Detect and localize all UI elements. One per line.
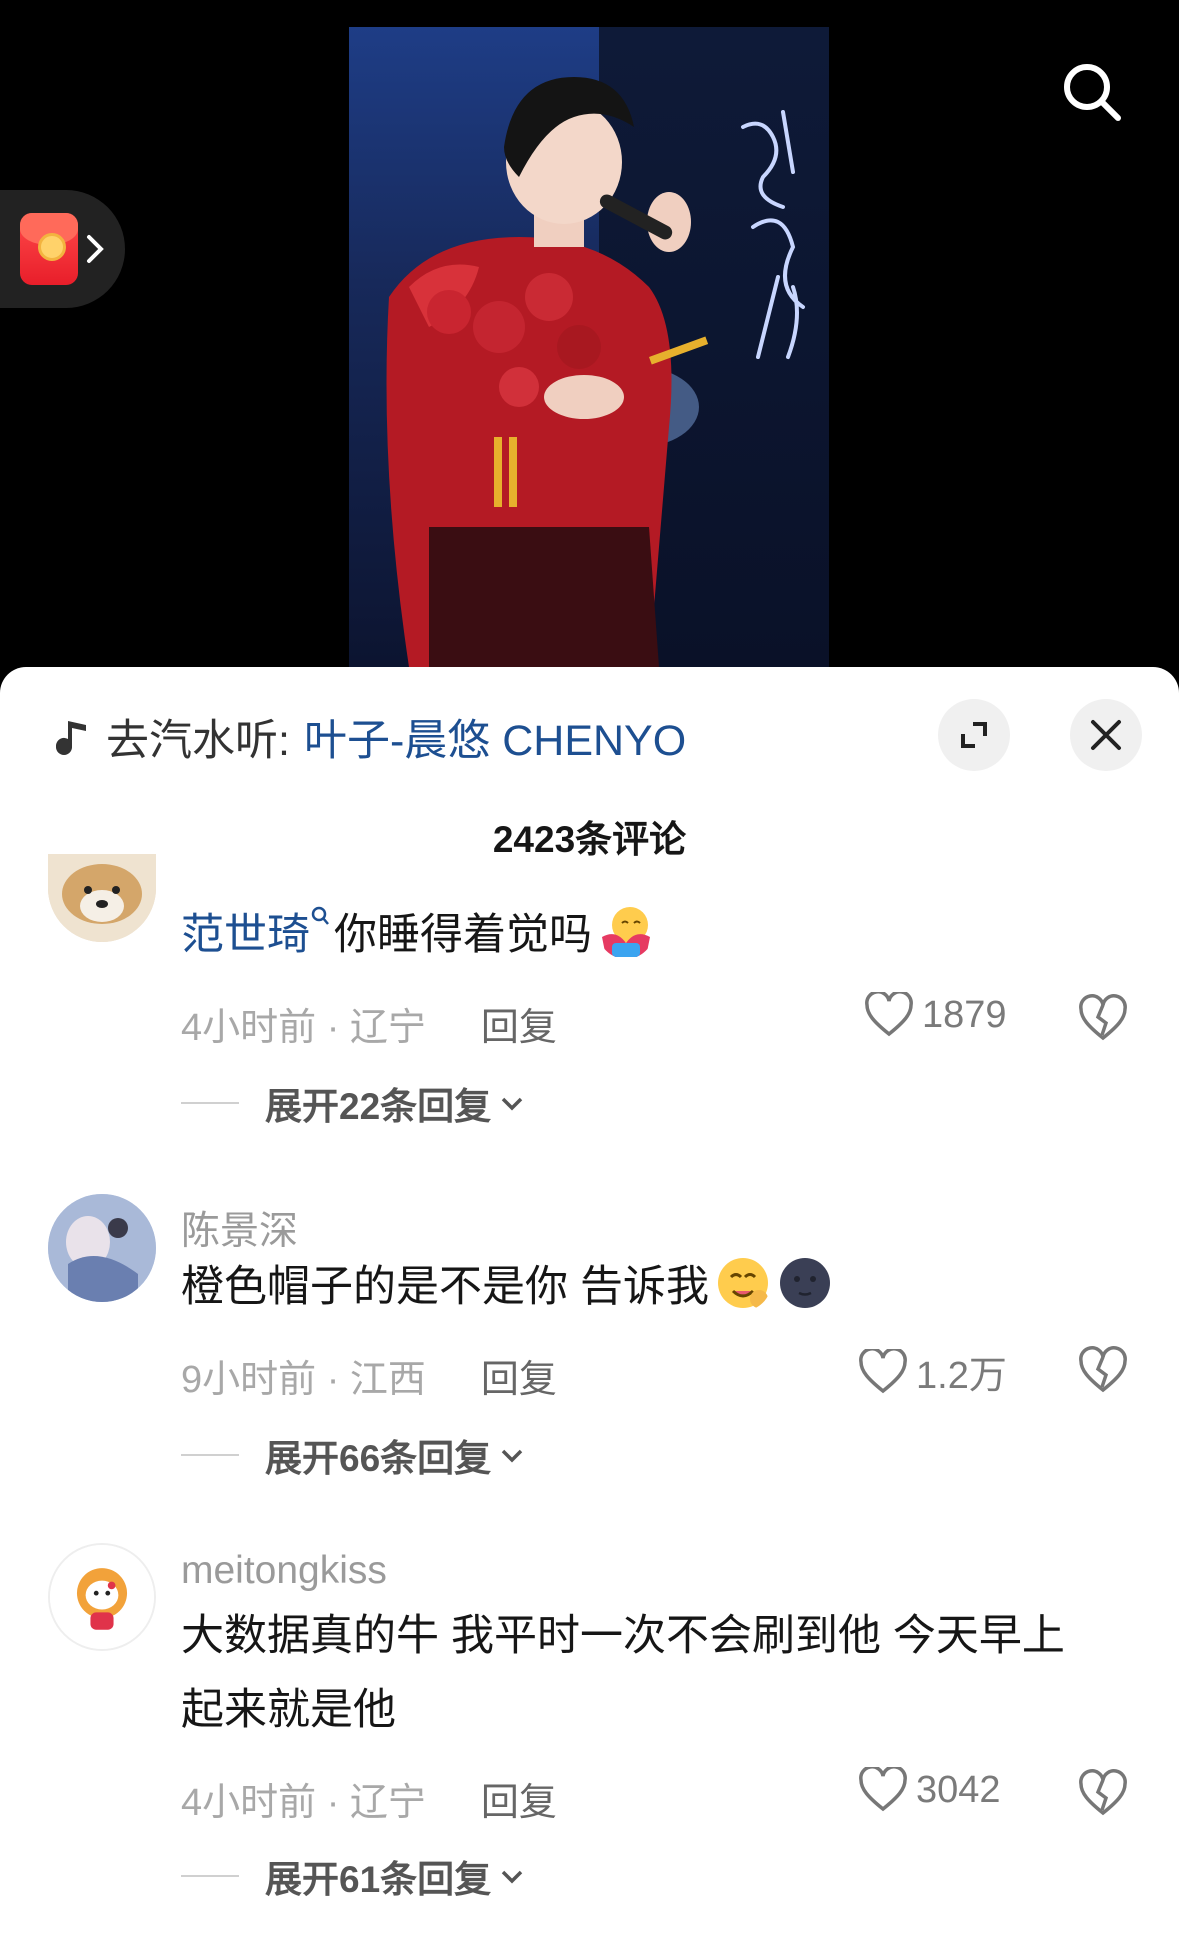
comment-username[interactable]: meitongkiss bbox=[181, 1549, 387, 1593]
comment-text-line: 起来就是他 bbox=[181, 1686, 396, 1734]
comment-text-line: 大数据真的牛 我平时一次不会刷到他 今天早上 bbox=[181, 1612, 1065, 1660]
heart-icon bbox=[865, 992, 913, 1037]
search-tag-icon bbox=[311, 906, 329, 925]
heart-icon bbox=[859, 1348, 907, 1393]
comment-meta: 9小时前 · 江西 回复 bbox=[181, 1348, 557, 1403]
expand-replies-label: 展开22条回复 bbox=[265, 1086, 492, 1127]
like-button[interactable]: 3042 bbox=[858, 1767, 1001, 1813]
close-icon bbox=[1091, 720, 1121, 750]
video-player[interactable] bbox=[349, 27, 829, 667]
broken-heart-icon[interactable] bbox=[1078, 1769, 1128, 1819]
comment-count: 2423条评论 bbox=[492, 819, 687, 860]
avatar[interactable] bbox=[48, 1194, 156, 1302]
music-link[interactable]: 去汽水听: 叶子-晨悠 CHENYO bbox=[54, 707, 686, 767]
time-location: 9小时前 · 江西 bbox=[181, 1359, 426, 1401]
heart-icon bbox=[859, 1767, 907, 1812]
red-packet-entry[interactable] bbox=[0, 190, 125, 308]
comment-text-line: 范世琦 你睡得着觉吗 bbox=[181, 898, 1121, 972]
reply-button[interactable]: 回复 bbox=[481, 996, 557, 1051]
expand-replies[interactable]: 展开61条回复 bbox=[181, 1849, 525, 1903]
like-button[interactable]: 1879 bbox=[864, 992, 1007, 1038]
comment-meta: 4小时前 · 辽宁 回复 bbox=[181, 1771, 557, 1826]
dog-avatar-image bbox=[48, 854, 156, 942]
search-button[interactable] bbox=[1056, 56, 1128, 128]
song-title[interactable]: 叶子-晨悠 CHENYO bbox=[304, 706, 686, 768]
comment-text: 橙色帽子的是不是你 告诉我 bbox=[181, 1263, 709, 1311]
expand-icon bbox=[961, 722, 987, 748]
divider bbox=[181, 1454, 239, 1456]
singer-figure bbox=[386, 77, 709, 667]
chevron-down-icon bbox=[501, 1870, 523, 1884]
broken-heart-icon[interactable] bbox=[1078, 994, 1128, 1044]
divider bbox=[181, 1875, 239, 1877]
comment-username[interactable]: 陈景深 bbox=[181, 1200, 298, 1256]
avatar[interactable] bbox=[48, 1543, 156, 1651]
time-location: 4小时前 · 辽宁 bbox=[181, 1007, 426, 1049]
like-count: 1879 bbox=[922, 993, 1007, 1036]
comment-sheet: 去汽水听: 叶子-晨悠 CHENYO 2423条评论 范世琦 你睡得着觉吗 4小… bbox=[0, 667, 1179, 1945]
expand-replies[interactable]: 展开66条回复 bbox=[181, 1428, 525, 1482]
expand-replies-label: 展开66条回复 bbox=[265, 1438, 492, 1479]
like-count: 3042 bbox=[916, 1768, 1001, 1811]
broken-heart-icon[interactable] bbox=[1078, 1346, 1128, 1396]
expand-button[interactable] bbox=[938, 699, 1010, 771]
divider bbox=[181, 1102, 239, 1104]
comment-text: 你睡得着觉吗 bbox=[334, 911, 592, 959]
reply-button[interactable]: 回复 bbox=[481, 1771, 557, 1826]
red-packet-icon bbox=[20, 213, 78, 285]
user-avatar-image bbox=[48, 1194, 156, 1302]
yum-emoji-icon bbox=[717, 1258, 768, 1308]
comment-item: 陈景深 橙色帽子的是不是你 告诉我 9小时前 · 江西 回复 1.2万 展开66… bbox=[0, 1194, 1179, 1494]
search-icon bbox=[1064, 64, 1121, 121]
new-moon-face-emoji-icon bbox=[779, 1258, 830, 1308]
close-button[interactable] bbox=[1070, 699, 1142, 771]
lion-avatar-image bbox=[50, 1545, 154, 1649]
music-note-icon bbox=[56, 721, 86, 755]
music-prefix: 去汽水听: bbox=[106, 717, 290, 765]
chevron-right-icon bbox=[87, 235, 104, 263]
comment-username[interactable]: 范世琦 bbox=[181, 911, 310, 959]
expand-replies[interactable]: 展开22条回复 bbox=[181, 1076, 525, 1130]
like-count: 1.2万 bbox=[916, 1355, 1007, 1397]
like-button[interactable]: 1.2万 bbox=[858, 1344, 1007, 1399]
avatar[interactable] bbox=[48, 854, 156, 942]
comment-item: 范世琦 你睡得着觉吗 4小时前 · 辽宁 回复 1879 展开22条回复 bbox=[0, 854, 1179, 1140]
hug-emoji-icon bbox=[602, 907, 650, 957]
reply-button[interactable]: 回复 bbox=[481, 1348, 557, 1403]
chevron-down-icon bbox=[501, 1449, 523, 1463]
expand-replies-label: 展开61条回复 bbox=[265, 1859, 492, 1900]
comment-meta: 4小时前 · 辽宁 回复 bbox=[181, 996, 557, 1051]
comment-text-line: 橙色帽子的是不是你 告诉我 bbox=[181, 1250, 1121, 1324]
time-location: 4小时前 · 辽宁 bbox=[181, 1782, 426, 1824]
comment-item: meitongkiss 大数据真的牛 我平时一次不会刷到他 今天早上 起来就是他… bbox=[0, 1543, 1179, 1923]
chevron-down-icon bbox=[501, 1097, 523, 1111]
screen: 去汽水听: 叶子-晨悠 CHENYO 2423条评论 范世琦 你睡得着觉吗 4小… bbox=[0, 0, 1179, 1945]
